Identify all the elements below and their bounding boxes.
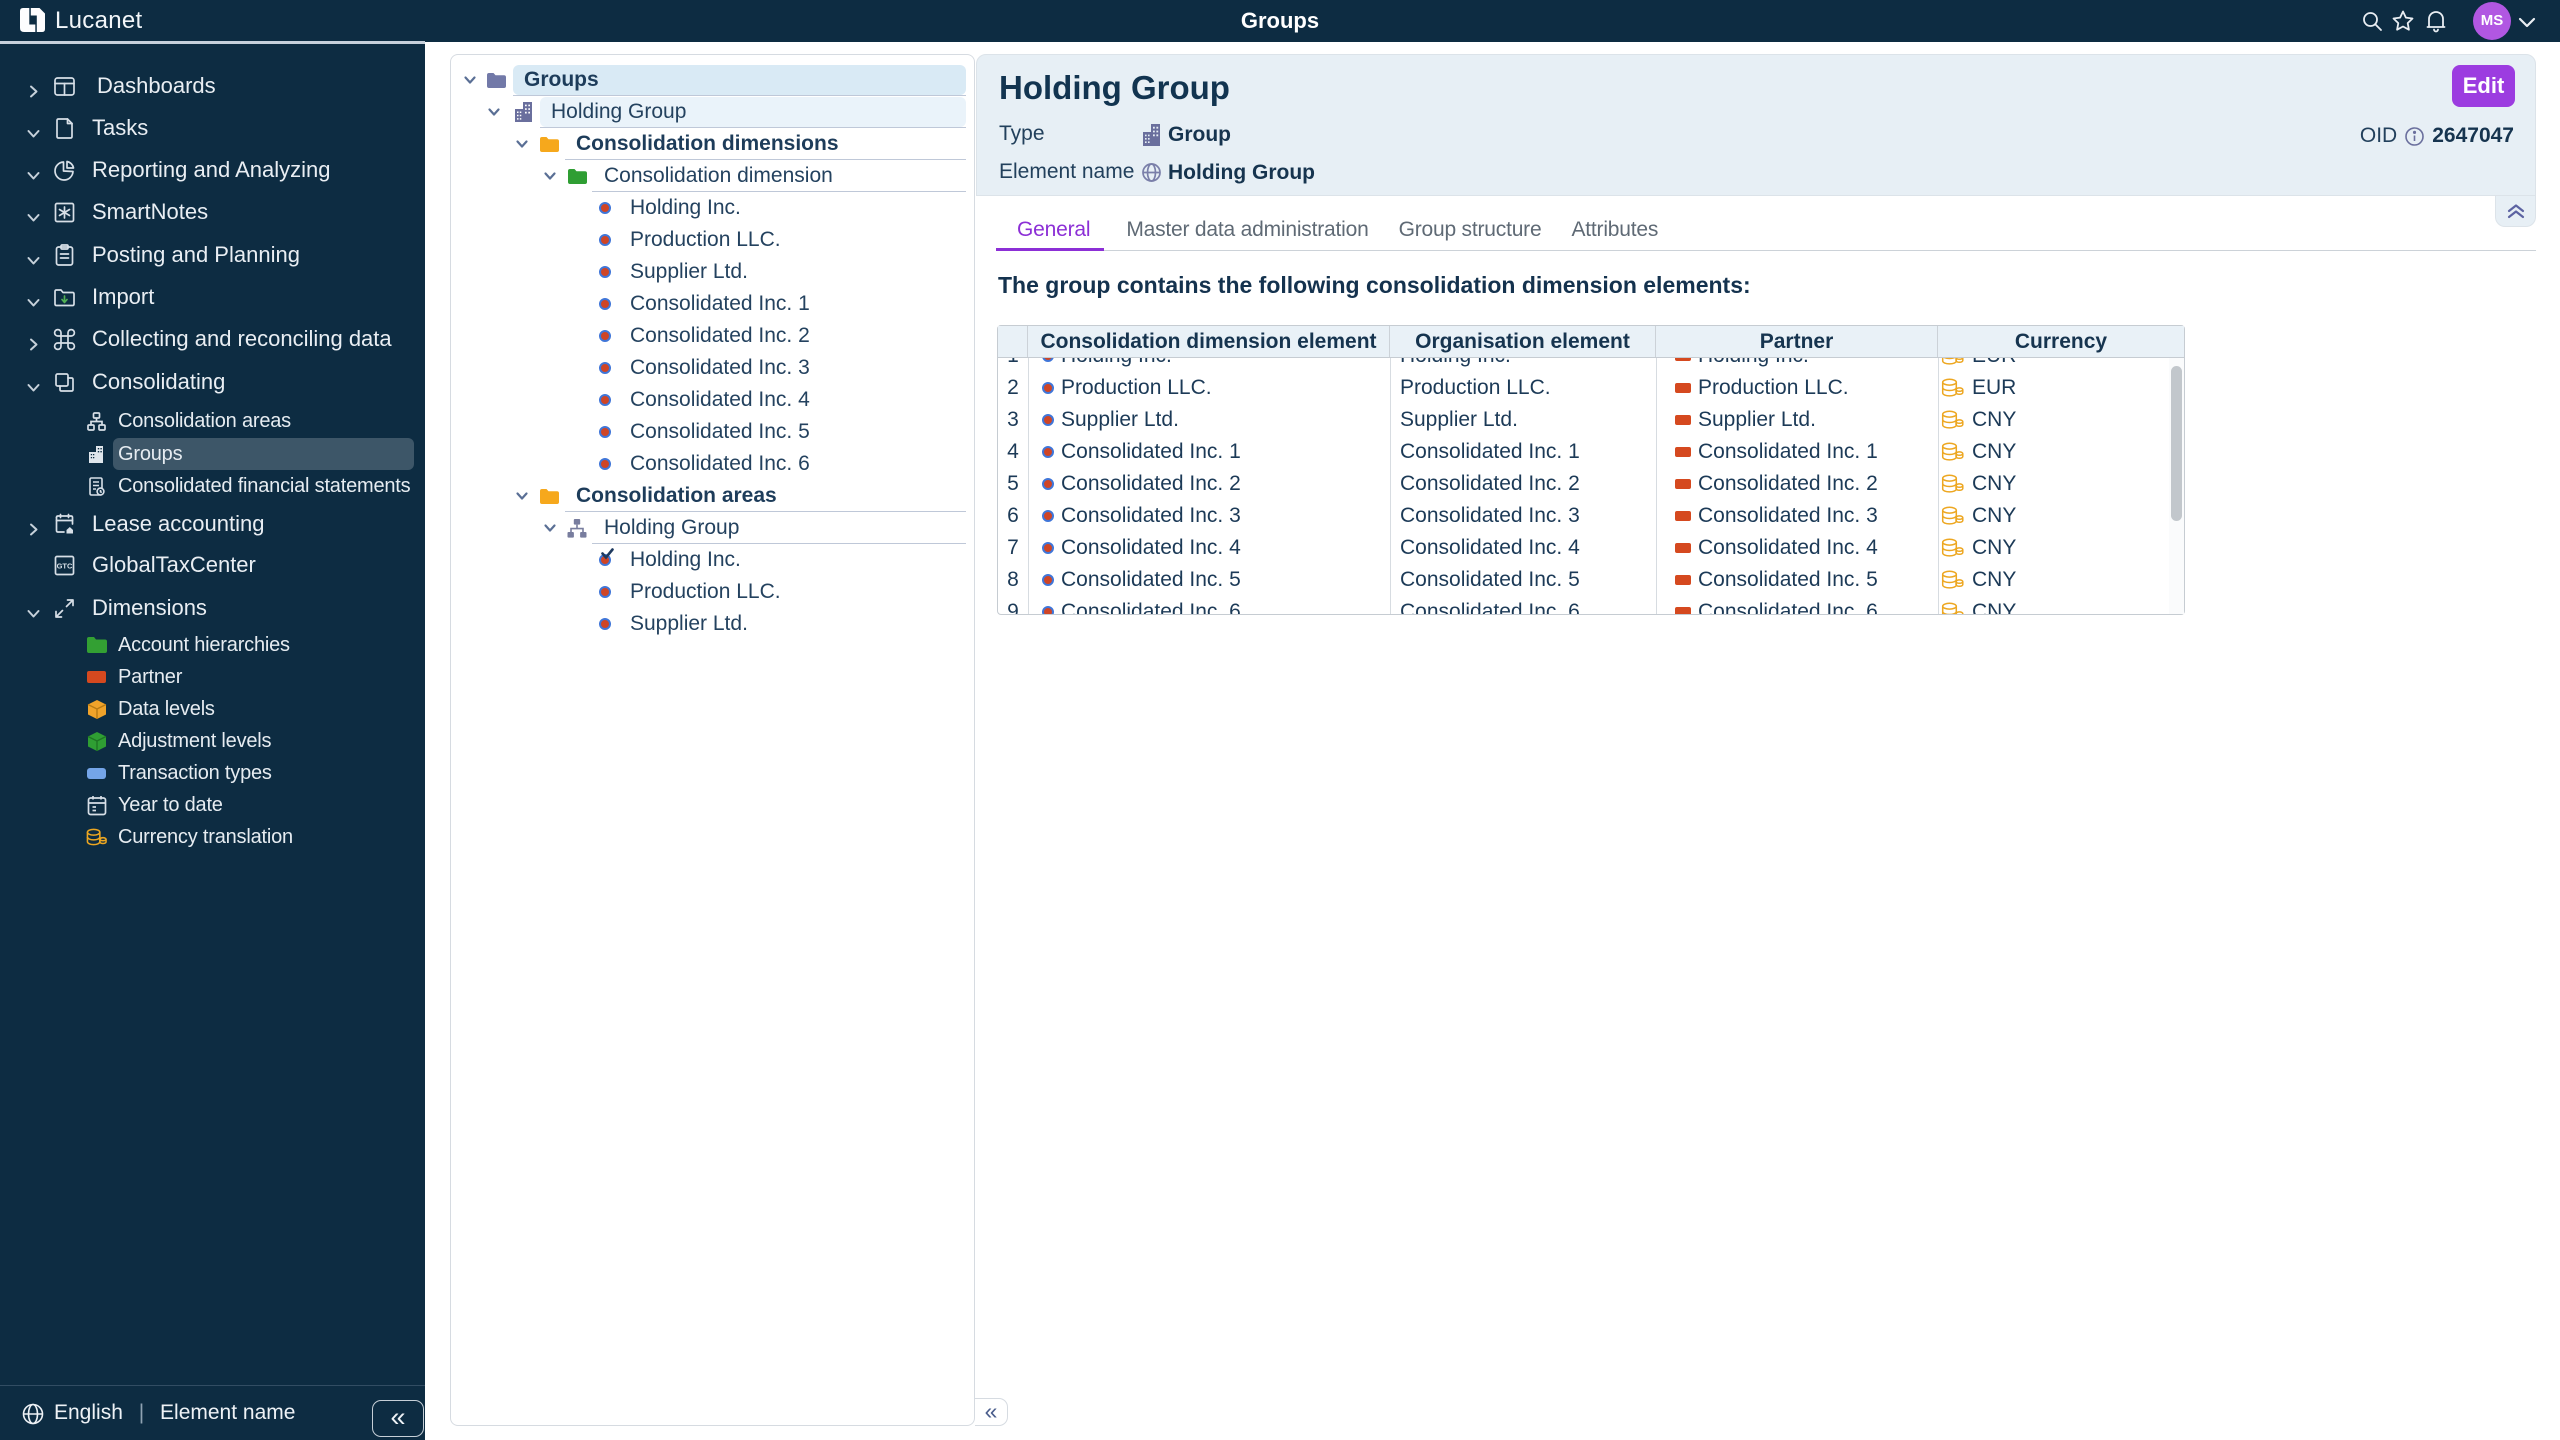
svg-text:GTC: GTC xyxy=(57,561,73,570)
